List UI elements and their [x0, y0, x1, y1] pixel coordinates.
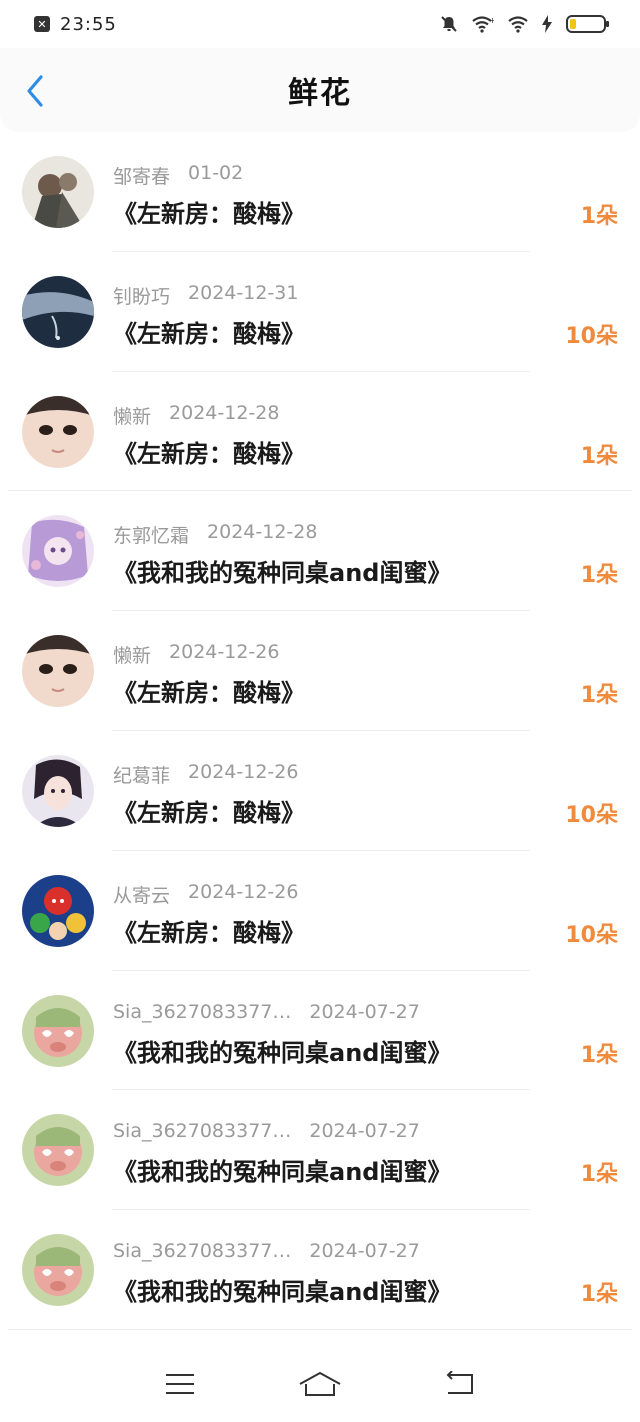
avatar[interactable] [22, 994, 94, 1067]
gift-date: 2024-07-27 [309, 1240, 420, 1263]
item-meta: 懒新 2024-12-28 [113, 402, 279, 429]
avatar[interactable] [22, 635, 94, 708]
avatar[interactable] [22, 874, 94, 947]
menu-button[interactable] [157, 1367, 203, 1401]
avatar[interactable] [22, 754, 94, 827]
book-title: 《我和我的冤种同桌and闺蜜》 [113, 559, 452, 588]
flower-count: 1朵 [580, 443, 618, 469]
list-item[interactable]: 东郭忆霜 2024-12-28 《我和我的冤种同桌and闺蜜》 1朵 [0, 491, 640, 612]
book-title: 《左新房：酸梅》 [113, 319, 305, 348]
list-item[interactable]: 钊盼巧 2024-12-31 《左新房：酸梅》 10朵 [0, 252, 640, 372]
gift-date: 2024-12-28 [169, 401, 280, 424]
status-bar: ✕ 23:55 + [0, 0, 640, 48]
flower-gift-list: 邹寄春 01-02 《左新房：酸梅》 1朵 钊盼巧 2024-12-31 《左新… [0, 132, 640, 1330]
gift-date: 2024-12-31 [188, 281, 299, 304]
sender-name: 纪葛菲 [113, 764, 171, 787]
battery-level [570, 19, 577, 29]
status-time: 23:55 [60, 13, 117, 35]
sender-name: 懒新 [113, 645, 152, 668]
list-item[interactable]: 从寄云 2024-12-26 《左新房：酸梅》 10朵 [0, 851, 640, 971]
sender-name: Sia_3627083377… [113, 1120, 292, 1143]
divider [8, 1328, 632, 1330]
header: 鲜花 [0, 48, 640, 132]
flower-count: 10朵 [565, 802, 618, 828]
flower-count: 1朵 [580, 1282, 618, 1308]
sender-name: 从寄云 [113, 884, 171, 907]
item-meta: 东郭忆霜 2024-12-28 [113, 521, 317, 548]
list-item[interactable]: Sia_3627083377… 2024-07-27 《我和我的冤种同桌and闺… [0, 1210, 640, 1330]
flower-count: 10朵 [565, 922, 618, 948]
flower-count: 10朵 [565, 323, 618, 349]
list-item[interactable]: 懒新 2024-12-28 《左新房：酸梅》 1朵 [0, 372, 640, 492]
list-item[interactable]: Sia_3627083377… 2024-07-27 《我和我的冤种同桌and闺… [0, 971, 640, 1091]
app-notification-icon: ✕ [34, 16, 50, 32]
avatar[interactable] [22, 1234, 94, 1307]
sender-name: Sia_3627083377… [113, 1000, 292, 1023]
item-meta: Sia_3627083377… 2024-07-27 [113, 1001, 420, 1023]
book-title: 《左新房：酸梅》 [113, 918, 305, 947]
book-title: 《左新房：酸梅》 [113, 439, 305, 468]
flower-count: 1朵 [580, 563, 618, 589]
flower-count: 1朵 [580, 204, 618, 229]
system-nav-bar [0, 1346, 640, 1422]
status-right: + [440, 15, 609, 33]
item-meta: 纪葛菲 2024-12-26 [113, 761, 298, 788]
item-meta: 邹寄春 01-02 [113, 162, 243, 189]
back-arrow-icon [446, 1371, 473, 1394]
sender-name: 懒新 [113, 405, 152, 428]
list-item[interactable]: 邹寄春 01-02 《左新房：酸梅》 1朵 [0, 132, 640, 252]
item-meta: 从寄云 2024-12-26 [113, 881, 298, 908]
avatar[interactable] [22, 1114, 94, 1187]
sender-name: 东郭忆霜 [113, 525, 190, 548]
avatar[interactable] [22, 275, 94, 348]
book-title: 《我和我的冤种同桌and闺蜜》 [113, 1038, 452, 1067]
item-meta: Sia_3627083377… 2024-07-27 [113, 1120, 420, 1142]
book-title: 《我和我的冤种同桌and闺蜜》 [113, 1278, 452, 1307]
gift-date: 2024-12-26 [169, 641, 280, 664]
flower-count: 1朵 [580, 1162, 618, 1188]
status-left: ✕ 23:55 [34, 14, 117, 35]
flower-count: 1朵 [580, 1042, 618, 1068]
page-title: 鲜花 [288, 76, 352, 111]
charging-bolt-icon [542, 15, 552, 33]
item-meta: 懒新 2024-12-26 [113, 641, 279, 668]
book-title: 《我和我的冤种同桌and闺蜜》 [113, 1158, 452, 1187]
gift-date: 2024-12-26 [188, 880, 299, 903]
sender-name: 钊盼巧 [113, 285, 171, 308]
book-title: 《左新房：酸梅》 [113, 200, 305, 228]
list-item[interactable]: Sia_3627083377… 2024-07-27 《我和我的冤种同桌and闺… [0, 1090, 640, 1211]
item-meta: Sia_3627083377… 2024-07-27 [113, 1240, 420, 1262]
battery-icon [566, 15, 609, 33]
gift-date: 2024-12-28 [207, 521, 318, 544]
home-icon [299, 1372, 341, 1396]
page: ✕ 23:55 + 鲜花 邹寄春 01-02 《左新房：酸梅》 1朵 钊盼巧 2… [0, 0, 640, 1422]
wifi-plus-icon: + [472, 15, 494, 33]
avatar[interactable] [22, 156, 94, 228]
gift-date: 2024-07-27 [309, 1000, 420, 1023]
menu-icon [166, 1374, 194, 1394]
mute-bell-icon [440, 15, 458, 33]
wifi-icon [508, 15, 528, 33]
home-button[interactable] [297, 1367, 343, 1401]
list-item[interactable]: 纪葛菲 2024-12-26 《左新房：酸梅》 10朵 [0, 731, 640, 851]
avatar[interactable] [22, 515, 94, 588]
list-item[interactable]: 懒新 2024-12-26 《左新房：酸梅》 1朵 [0, 611, 640, 731]
sender-name: Sia_3627083377… [113, 1240, 292, 1263]
back-nav-button[interactable] [437, 1367, 483, 1401]
svg-text:+: + [489, 16, 494, 25]
chevron-left-icon [27, 75, 43, 107]
book-title: 《左新房：酸梅》 [113, 798, 305, 827]
avatar[interactable] [22, 395, 94, 468]
back-button[interactable] [18, 74, 52, 108]
item-meta: 钊盼巧 2024-12-31 [113, 282, 298, 309]
sender-name: 邹寄春 [113, 166, 171, 188]
gift-date: 01-02 [188, 162, 244, 184]
book-title: 《左新房：酸梅》 [113, 679, 305, 708]
flower-count: 1朵 [580, 683, 618, 709]
gift-date: 2024-12-26 [188, 760, 299, 783]
gift-date: 2024-07-27 [309, 1120, 420, 1143]
